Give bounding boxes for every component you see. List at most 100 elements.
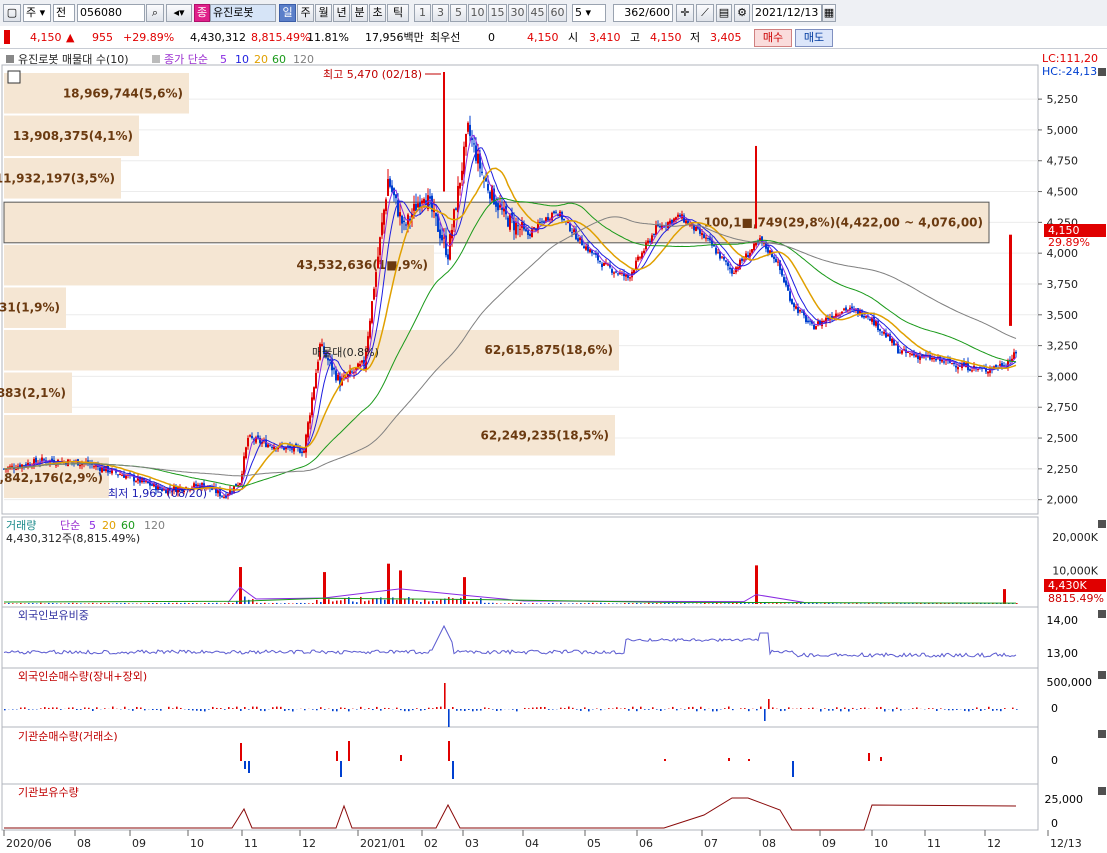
volume-bar [8,602,10,604]
foreign-net-bar [320,707,322,709]
volume-profile-label: 100,1■,749(29,8%)(4,422,00 ~ 4,076,00) [704,215,983,229]
volume-bar [48,602,50,604]
stock-code-input[interactable]: 056080 [77,4,145,22]
foreign-net-bar [340,707,342,709]
foreign-net-bar [980,709,982,711]
volume-bar [124,602,126,604]
candle-body [515,222,517,235]
period-week[interactable]: 주 [297,4,314,22]
volume-bar [492,602,494,604]
sell-button[interactable]: 매도 [795,29,833,47]
foreign-net-bar [932,708,934,709]
price-tick-label: 2,750 [1047,401,1079,414]
foreign-net-bar [372,709,374,711]
draw-icon[interactable]: ⟋ [696,4,714,22]
volume-bar [132,603,134,604]
foreign-net-bar [104,708,106,709]
num-15[interactable]: 15 [488,4,507,22]
foreign-net-bar [672,706,674,709]
volume-bar [796,603,798,604]
num-1[interactable]: 1 [414,4,431,22]
foreign-net-bar [368,708,370,709]
window-icon[interactable]: ▢ [3,4,21,22]
candle-body [351,371,353,373]
x-tick-label: 05 [587,837,601,850]
foreign-net-bar [196,709,198,711]
foreign-net-bar [140,707,142,709]
foreign-net-bar [764,709,766,721]
foreign-net-bar [936,709,938,711]
period-day[interactable]: 일 [279,4,296,22]
volume-bar [32,603,34,604]
foreign-net-bar [512,709,514,710]
save-icon[interactable]: ▤ [716,4,732,22]
period-month[interactable]: 월 [315,4,332,22]
candle-body [43,459,45,461]
foreign-net-bar [344,707,346,709]
date-input[interactable]: 2021/12/13 [752,4,822,22]
panel-frame [1,606,1039,669]
foreign-net-bar [728,706,730,709]
candle-body [507,217,509,227]
speaker-icon[interactable]: ◂▾ [166,4,192,22]
mode-select[interactable]: 주 ▾ [23,4,51,22]
buy-button[interactable]: 매수 [754,29,792,47]
volume-bar [64,603,66,604]
foreign-net-bar [956,709,958,710]
volume-bar [508,603,510,604]
candle-body [547,216,549,221]
candle-body [497,203,499,211]
candle-body [555,211,557,213]
count-select[interactable]: 5 ▾ [572,4,606,22]
gear-icon[interactable]: ⚙ [734,4,750,22]
period-tick[interactable]: 틱 [387,4,409,22]
candle-body [449,234,451,260]
foreign-net-bar [748,709,750,712]
candle-body [335,370,337,381]
search-icon[interactable]: ⌕ [146,4,164,22]
candle-body [613,272,615,274]
period-minute[interactable]: 분 [351,4,368,22]
candle-body [117,474,119,476]
foreign-net-bar [436,707,438,709]
volume-value: 4,430,312 [190,31,246,44]
range-select[interactable]: 전 [53,4,75,22]
volume-bar [160,603,162,604]
count-field[interactable]: 362/600 [613,4,673,22]
high-price: 4,150 [650,31,682,44]
foreign-net-bar [860,708,862,709]
foreign-net-bar [744,708,746,709]
candle-body [385,199,387,211]
volume-spike [755,565,758,604]
volume-bar [168,602,170,604]
candle-body [611,269,613,273]
num-10[interactable]: 10 [468,4,487,22]
inst-net-title: 기관순매수량(거래소) [18,730,118,743]
num-3[interactable]: 3 [432,4,449,22]
candle-body [995,364,997,368]
foreign-net-bar [60,709,62,710]
x-tick-label: 04 [525,837,539,850]
current-price: 4,150 [30,31,62,44]
volume-bar [296,603,298,604]
foreign-net-bar [260,709,262,711]
period-year[interactable]: 년 [333,4,350,22]
candle-body [441,235,443,241]
volume-bar [152,603,154,604]
candle-body [813,324,815,330]
foreign-net-bar [772,707,774,709]
crosshair-icon[interactable]: ✛ [676,4,694,22]
volume-profile-label: 43,532,636(1■,9%) [296,258,428,272]
num-30[interactable]: 30 [508,4,527,22]
stock-chart[interactable]: 5,2505,0004,7504,5004,2504,0003,7503,500… [0,48,1107,853]
volume-bar [420,601,422,604]
stock-name[interactable]: 유진로봇 [210,4,276,22]
foreign-net-bar [276,706,278,709]
candle-body [737,267,739,269]
num-5[interactable]: 5 [450,4,467,22]
volume-bar [76,603,78,604]
num-60[interactable]: 60 [548,4,567,22]
num-45[interactable]: 45 [528,4,547,22]
period-second[interactable]: 초 [369,4,386,22]
calendar-icon[interactable]: ▦ [822,4,836,22]
